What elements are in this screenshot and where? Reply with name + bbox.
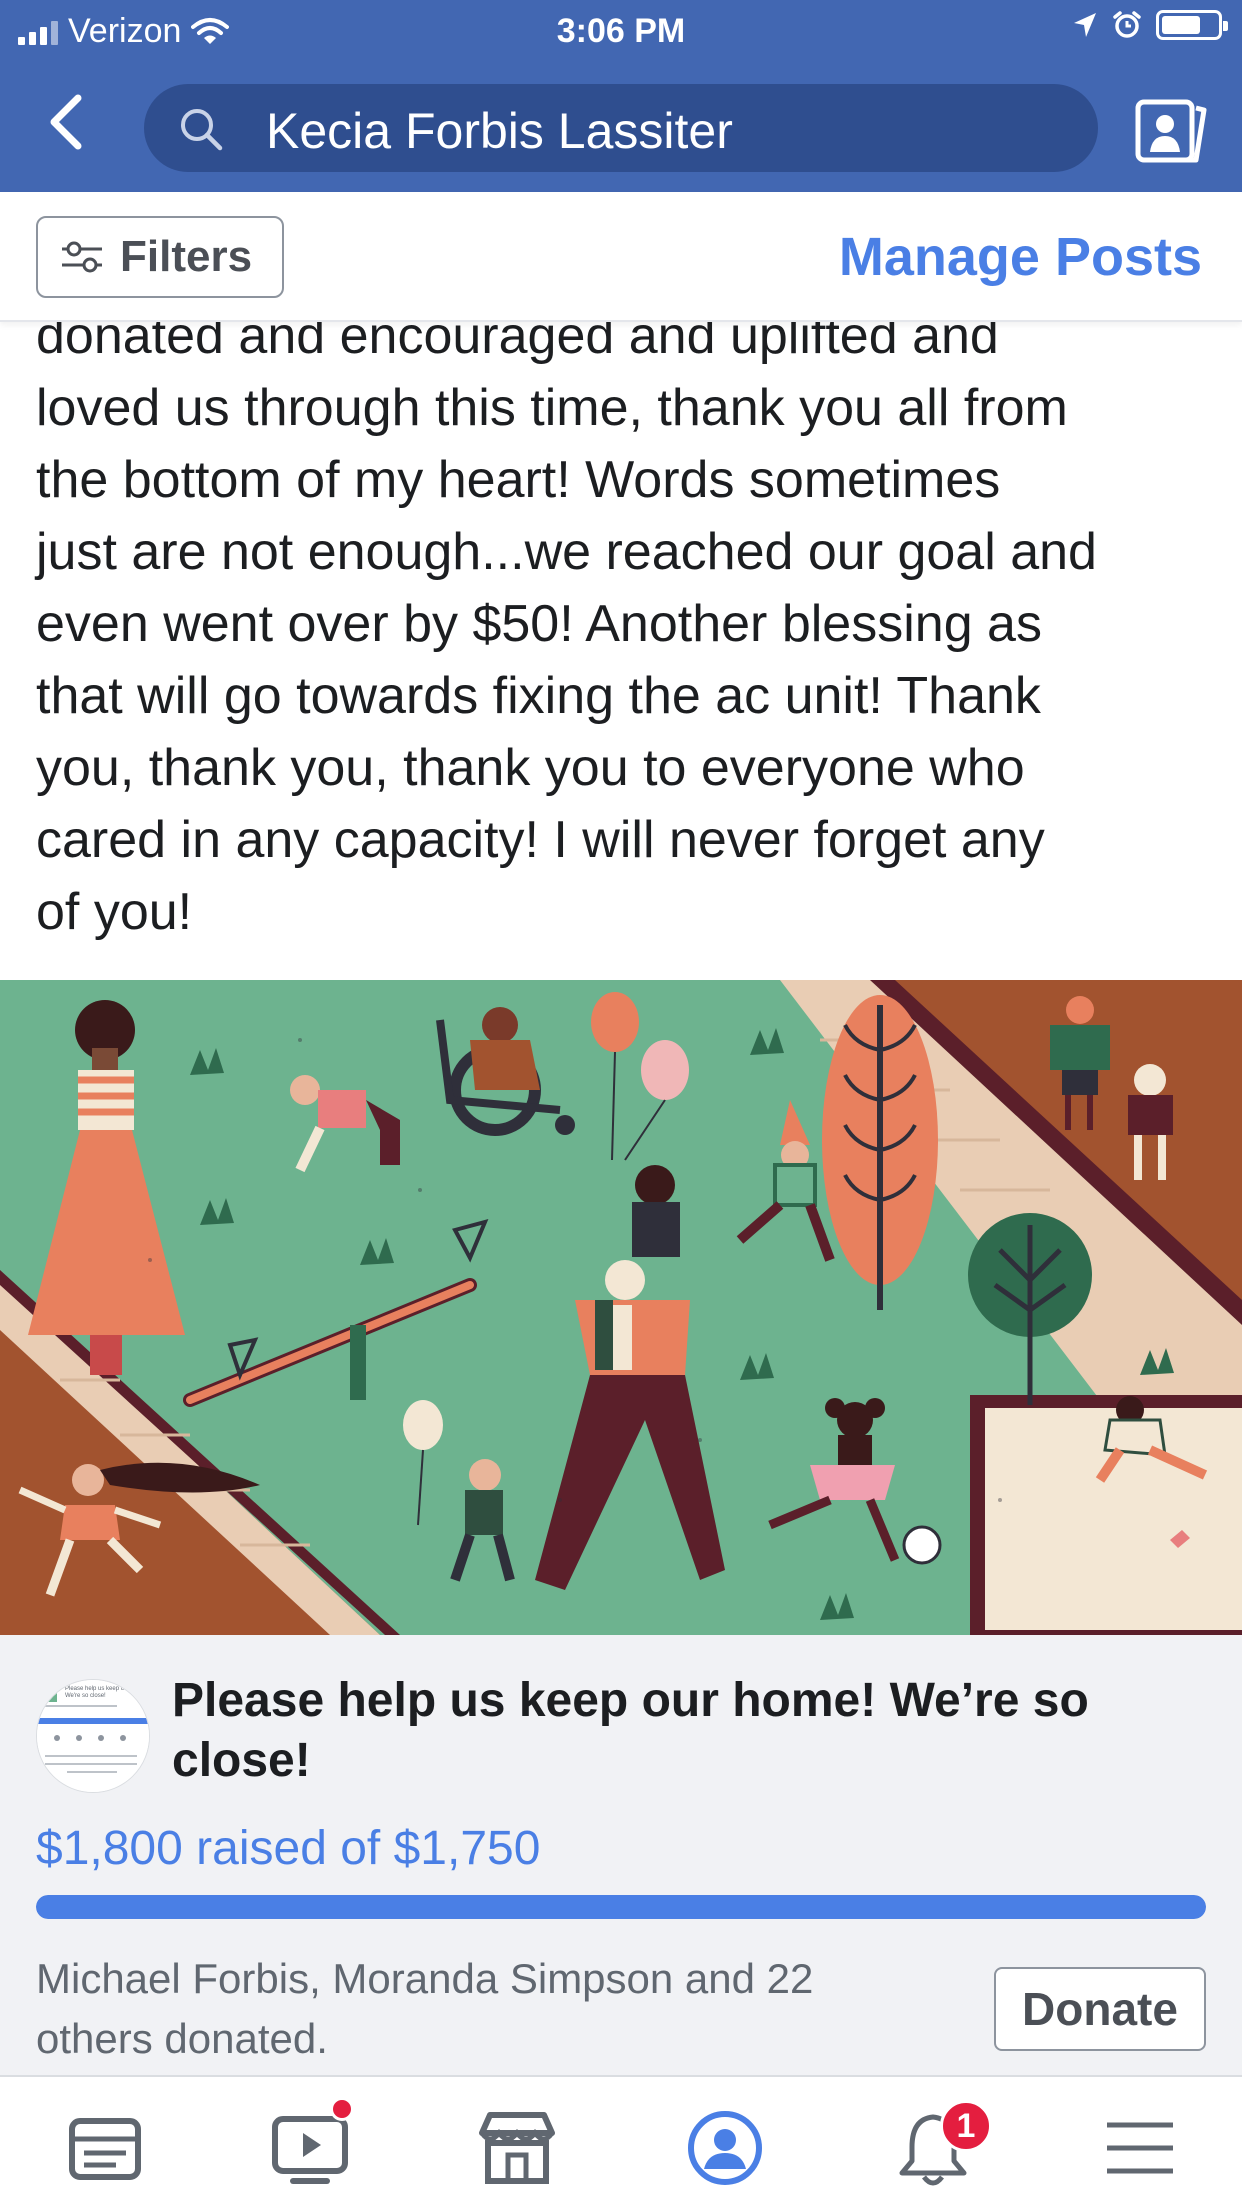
post-text-line: that will go towards fixing the ac unit!… bbox=[36, 667, 1041, 725]
location-arrow-icon bbox=[1074, 13, 1096, 37]
back-arrow-icon[interactable] bbox=[42, 92, 92, 152]
post-text: donated and encouraged and uplifted and … bbox=[36, 300, 1216, 948]
fundraiser-progress-bar bbox=[36, 1895, 1206, 1919]
status-time: 3:06 PM bbox=[556, 12, 686, 50]
park-illustration bbox=[0, 980, 1242, 1635]
fundraiser-card[interactable]: Please help us keep our home! We're so c… bbox=[0, 1635, 1242, 2075]
top-bar: Verizon 3:06 PM Kecia Forbis Lassiter bbox=[0, 0, 1242, 192]
manage-posts-link[interactable]: Manage Posts bbox=[839, 226, 1202, 288]
donate-button[interactable]: Donate bbox=[994, 1967, 1206, 2051]
filters-button[interactable]: Filters bbox=[36, 216, 284, 298]
search-icon bbox=[181, 109, 223, 151]
post-text-line: of you! bbox=[36, 883, 193, 941]
alarm-icon bbox=[1113, 11, 1141, 38]
watch-new-dot bbox=[330, 2097, 354, 2121]
thumbnail-caption: Please help us keep our home! We're so c… bbox=[65, 1686, 148, 1699]
post-text-line: loved us through this time, thank you al… bbox=[36, 379, 1068, 437]
amount-raised: $1,800 raised of $1,750 bbox=[36, 1822, 541, 1875]
battery-icon bbox=[1156, 10, 1228, 40]
marketplace-icon[interactable] bbox=[472, 2103, 562, 2193]
status-bar: Verizon 3:06 PM bbox=[0, 0, 1242, 62]
menu-icon[interactable] bbox=[1095, 2103, 1185, 2193]
filter-row: Filters Manage Posts bbox=[0, 192, 1242, 322]
filters-label: Filters bbox=[120, 232, 253, 281]
donors-summary[interactable]: Michael Forbis, Moranda Simpson and 22 o… bbox=[36, 1949, 936, 2069]
search-bar[interactable]: Kecia Forbis Lassiter bbox=[144, 84, 1098, 172]
profile-icon[interactable] bbox=[680, 2103, 770, 2193]
fundraiser-cover-image[interactable] bbox=[0, 980, 1242, 1635]
news-feed-icon[interactable] bbox=[60, 2103, 150, 2193]
post-text-line: the bottom of my heart! Words sometimes bbox=[36, 451, 1001, 509]
notifications-badge: 1 bbox=[940, 2100, 992, 2152]
search-query[interactable]: Kecia Forbis Lassiter bbox=[266, 102, 733, 160]
post-text-line: you, thank you, thank you to everyone wh… bbox=[36, 739, 1025, 797]
bottom-tab-bar bbox=[0, 2075, 1242, 2208]
post-text-line: even went over by $50! Another blessing … bbox=[36, 595, 1042, 653]
post-text-line: just are not enough...we reached our goa… bbox=[36, 523, 1097, 581]
progress-fill bbox=[36, 1895, 1206, 1919]
profile-card-icon[interactable] bbox=[1134, 98, 1208, 164]
fundraiser-title[interactable]: Please help us keep our home! We’re so c… bbox=[172, 1671, 1212, 1791]
sliders-icon bbox=[62, 241, 102, 273]
fundraiser-thumbnail[interactable]: Please help us keep our home! We're so c… bbox=[36, 1679, 150, 1793]
post-text-line: cared in any capacity! I will never forg… bbox=[36, 811, 1045, 869]
